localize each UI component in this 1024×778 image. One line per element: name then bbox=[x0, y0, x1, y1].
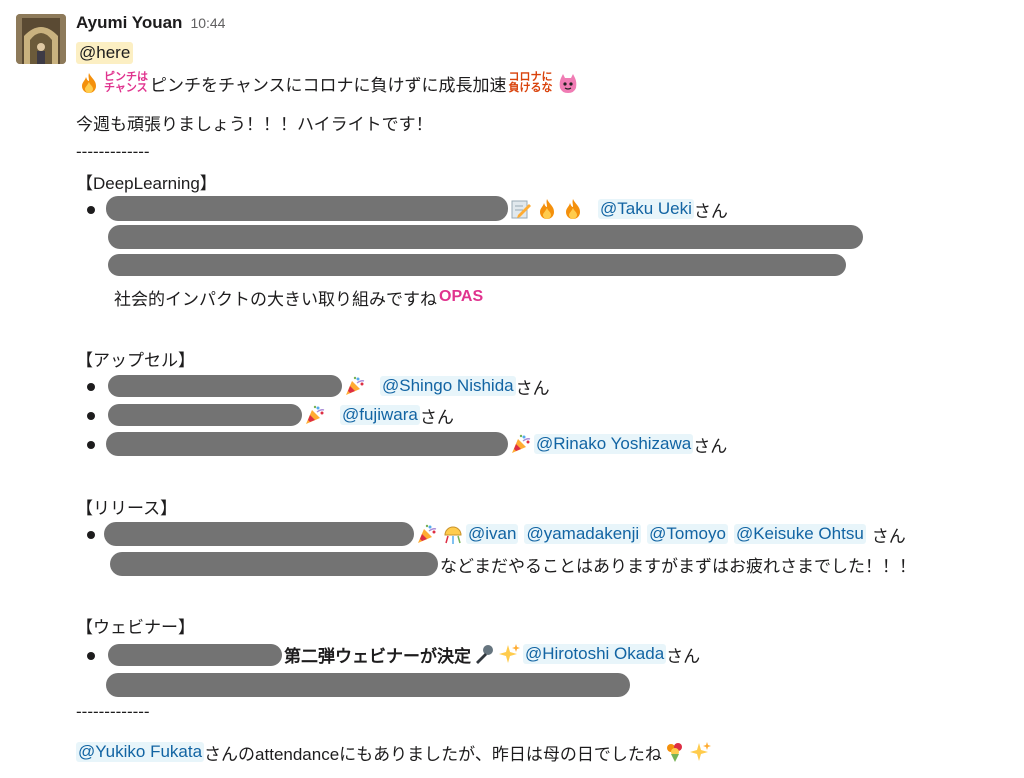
bullet bbox=[87, 383, 95, 391]
message-timestamp[interactable]: 10:44 bbox=[190, 15, 225, 31]
bouquet-icon bbox=[663, 740, 687, 764]
section-title-upsell: 【アップセル】 bbox=[76, 345, 195, 371]
intro-line: 今週も頑張りましょう！！！ハイライトです！ bbox=[76, 109, 433, 135]
headline-line: ピンチは チャンス ピンチをチャンスにコロナに負けずに成長加速 コロナに 負けるな bbox=[76, 70, 581, 96]
party-popper-icon bbox=[343, 374, 367, 398]
redacted-text bbox=[108, 375, 342, 397]
bullet bbox=[87, 652, 95, 660]
deeplearning-impact-line: 社会的インパクトの大きい取り組みですね OPAS bbox=[114, 284, 485, 310]
section-title-text: 【リリース】 bbox=[76, 498, 178, 518]
section-title-release: 【リリース】 bbox=[76, 493, 177, 519]
bullet bbox=[87, 531, 95, 539]
redacted-text bbox=[110, 552, 438, 576]
avatar[interactable] bbox=[16, 14, 66, 64]
opas-sticker: OPAS bbox=[439, 288, 484, 305]
upsell-item-2-tail: @fujiwara さん bbox=[302, 402, 454, 428]
here-line: @here bbox=[76, 40, 134, 66]
honorific-text: さん bbox=[871, 526, 906, 546]
redacted-text bbox=[106, 673, 630, 697]
party-popper-icon bbox=[509, 432, 533, 456]
mention-ivan[interactable]: @ivan bbox=[466, 524, 519, 544]
honorific-text: さん bbox=[666, 646, 701, 666]
release-text: などまだやることはありますがまずはお疲れさまでした！！！ bbox=[440, 556, 916, 576]
intro-text: 今週も頑張りましょう！！！ハイライトです！ bbox=[76, 114, 433, 134]
sparkles-icon bbox=[689, 740, 713, 764]
webinar-bullet-tail: 第二弾ウェビナーが決定 @Hirotoshi Okada さん bbox=[284, 641, 700, 667]
bullet bbox=[87, 206, 95, 214]
pinch-chance-sticker: ピンチは チャンス bbox=[104, 71, 148, 94]
divider-text: ------------- bbox=[76, 702, 150, 721]
headline-text: ピンチをチャンスにコロナに負けずに成長加速 bbox=[150, 75, 507, 95]
fire-icon bbox=[561, 197, 585, 221]
mention-hirotoshi-okada[interactable]: @Hirotoshi Okada bbox=[523, 644, 667, 664]
section-title-text: 【ウェビナー】 bbox=[76, 617, 195, 637]
redacted-text bbox=[106, 432, 508, 456]
party-popper-icon bbox=[415, 522, 439, 546]
redacted-text bbox=[104, 522, 414, 546]
divider-top: ------------- bbox=[76, 139, 150, 165]
fire-icon bbox=[77, 71, 101, 95]
impact-text: 社会的インパクトの大きい取り組みですね bbox=[114, 289, 437, 309]
party-popper-icon bbox=[303, 403, 327, 427]
release-text-line: などまだやることはありますがまずはお疲れさまでした！！！ bbox=[440, 551, 916, 577]
fire-icon bbox=[535, 197, 559, 221]
divider-text: ------------- bbox=[76, 142, 150, 161]
pink-monster-icon bbox=[556, 71, 580, 95]
section-title-text: 【アップセル】 bbox=[76, 350, 195, 370]
upsell-item-3-tail: @Rinako Yoshizawa さん bbox=[508, 431, 727, 457]
mention-taku-ueki[interactable]: @Taku Ueki bbox=[598, 199, 694, 219]
honorific-text: さん bbox=[693, 201, 728, 221]
footer-text: さんのattendanceにもありましたが、昨日は母の日でしたね bbox=[204, 744, 662, 764]
memo-icon bbox=[509, 197, 533, 221]
deeplearning-bullet-tail: @Taku Ueki さん bbox=[508, 196, 728, 222]
here-mention[interactable]: @here bbox=[76, 42, 134, 64]
honorific-text: さん bbox=[419, 407, 454, 427]
sparkles-icon bbox=[498, 642, 522, 666]
webinar-bold-text: 第二弾ウェビナーが決定 bbox=[284, 646, 471, 666]
section-title-webinar: 【ウェビナー】 bbox=[76, 612, 195, 638]
sender-name[interactable]: Ayumi Youan bbox=[76, 13, 182, 33]
redacted-text bbox=[108, 404, 302, 426]
mention-fujiwara[interactable]: @fujiwara bbox=[340, 405, 420, 425]
bullet bbox=[87, 441, 95, 449]
microphone-icon bbox=[472, 642, 496, 666]
mention-tomoyo[interactable]: @Tomoyo bbox=[647, 524, 728, 544]
corona-sticker: コロナに 負けるな bbox=[508, 71, 553, 94]
bullet bbox=[87, 412, 95, 420]
section-title-deeplearning: 【DeepLearning】 bbox=[76, 168, 217, 194]
honorific-text: さん bbox=[693, 436, 728, 456]
redacted-text bbox=[108, 225, 863, 249]
redacted-text bbox=[108, 254, 846, 276]
redacted-text bbox=[108, 644, 282, 666]
mention-rinako-yoshizawa[interactable]: @Rinako Yoshizawa bbox=[534, 434, 694, 454]
confetti-ball-icon bbox=[441, 522, 465, 546]
redacted-text bbox=[106, 196, 508, 221]
honorific-text: さん bbox=[515, 378, 550, 398]
upsell-item-1-tail: @Shingo Nishida さん bbox=[342, 373, 550, 399]
release-bullet-tail: @ivan @yamadakenji @Tomoyo @Keisuke Ohts… bbox=[414, 521, 906, 547]
divider-bottom: ------------- bbox=[76, 699, 150, 725]
avatar-photo bbox=[16, 14, 66, 64]
message-header: Ayumi Youan 10:44 bbox=[76, 13, 225, 37]
section-title-text: 【DeepLearning】 bbox=[76, 173, 217, 193]
footer-line: @Yukiko Fukata さんのattendanceにもありましたが、昨日は… bbox=[76, 739, 714, 765]
mention-yamadakenji[interactable]: @yamadakenji bbox=[524, 524, 642, 544]
mention-keisuke-ohtsu[interactable]: @Keisuke Ohtsu bbox=[733, 524, 866, 544]
mention-yukiko-fukata[interactable]: @Yukiko Fukata bbox=[76, 742, 205, 762]
mention-shingo-nishida[interactable]: @Shingo Nishida bbox=[380, 376, 516, 396]
